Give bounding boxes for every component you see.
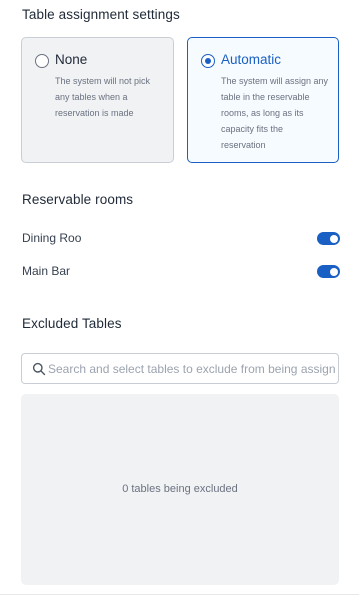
table-settings-panel: Table assignment settings None The syste… [0, 0, 359, 596]
search-icon [32, 362, 46, 376]
exclude-tables-search[interactable] [21, 353, 339, 384]
option-none-label: None [55, 52, 88, 67]
exclude-tables-search-input[interactable] [48, 354, 336, 383]
table-assignment-title: Table assignment settings [22, 7, 180, 22]
room-label: Main Bar [22, 264, 71, 278]
excluded-tables-title: Excluded Tables [22, 316, 122, 331]
radio-automatic[interactable] [201, 54, 215, 68]
room-row-main-bar: Main Bar [22, 261, 340, 281]
option-none-description: The system will not pick any tables when… [55, 76, 151, 118]
room-label: Dining Roo [22, 231, 82, 245]
excluded-count-text: 0 tables being excluded [122, 483, 238, 495]
room-toggle-dining[interactable] [317, 232, 340, 245]
option-automatic-description: The system will assign any table in the … [221, 76, 329, 150]
reservable-rooms-title: Reservable rooms [22, 192, 134, 207]
divider [0, 594, 359, 595]
option-automatic-label: Automatic [221, 52, 282, 67]
radio-none[interactable] [35, 54, 49, 68]
option-none-card[interactable]: None The system will not pick any tables… [21, 37, 174, 163]
room-row-dining: Dining Roo [22, 228, 340, 248]
option-automatic-card[interactable]: Automatic The system will assign any tab… [187, 37, 339, 163]
excluded-tables-list: 0 tables being excluded [21, 394, 339, 585]
room-toggle-main-bar[interactable] [317, 265, 340, 278]
